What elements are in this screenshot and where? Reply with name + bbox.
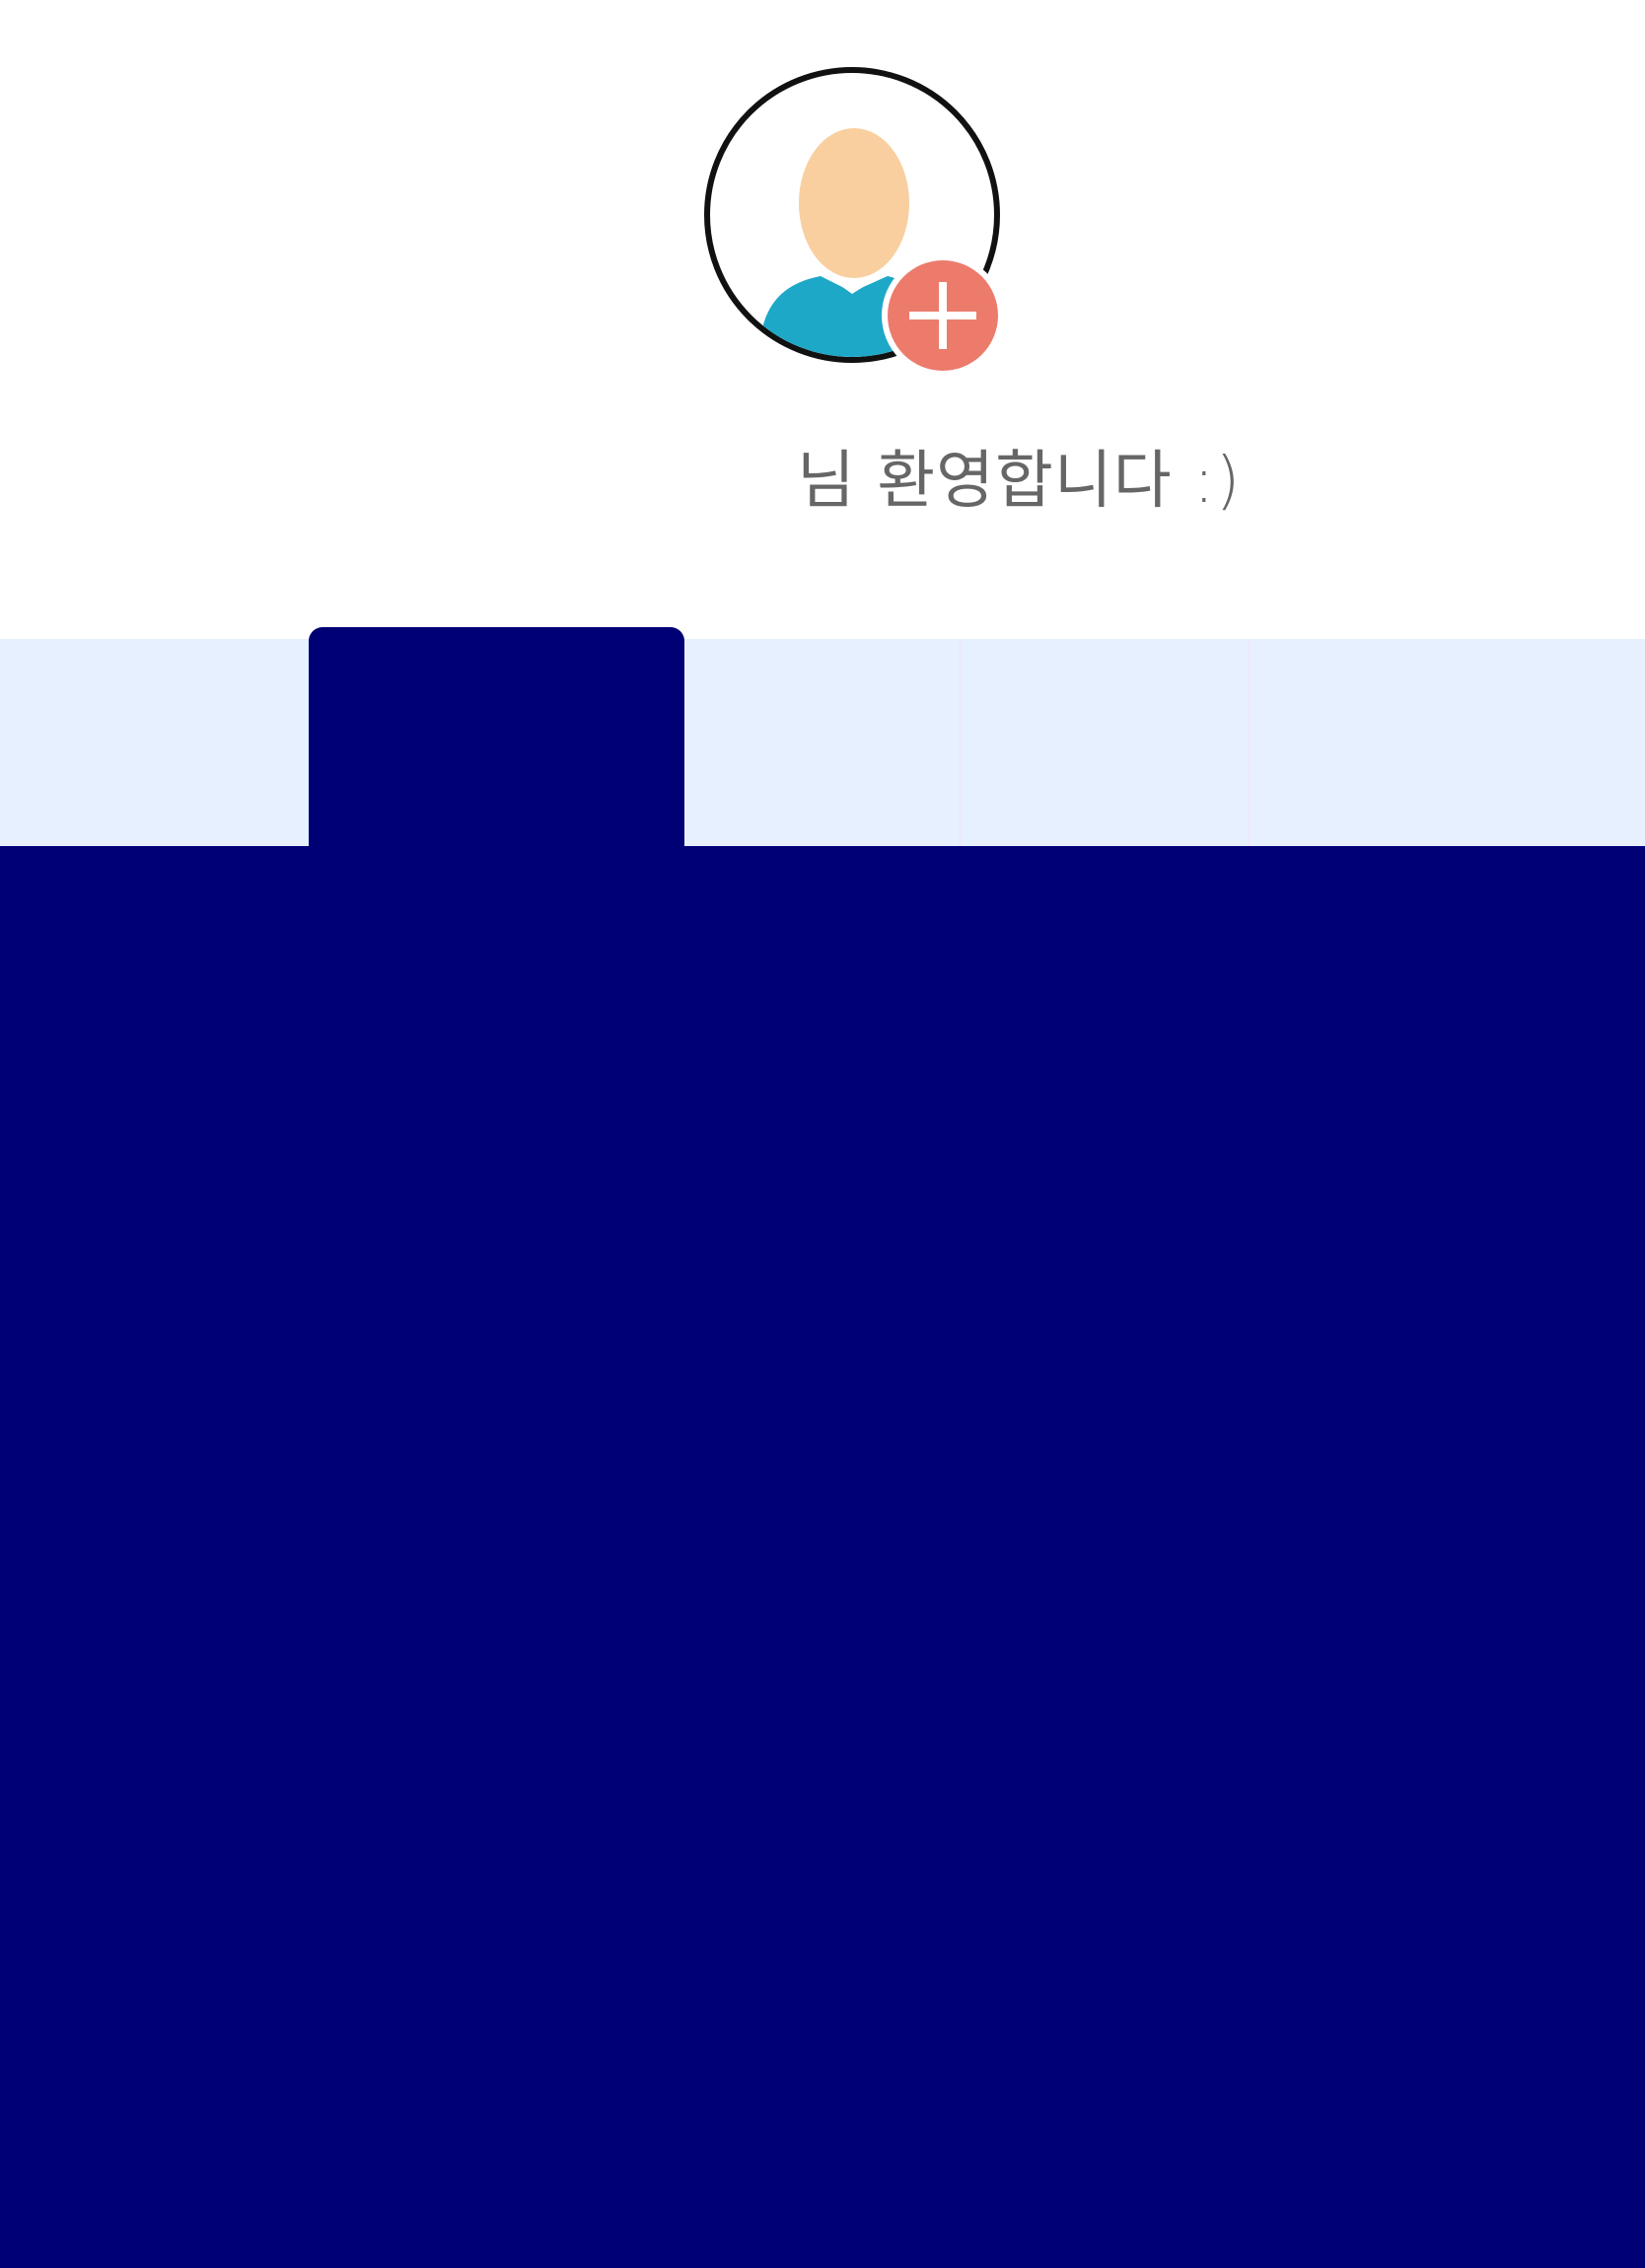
tab-bar	[0, 639, 1645, 846]
user-avatar-icon	[704, 67, 1004, 371]
active-tab[interactable]	[309, 627, 684, 854]
tab-4[interactable]	[959, 639, 1251, 846]
tab-3[interactable]	[684, 639, 957, 846]
tab-content-panel	[0, 846, 1645, 2268]
tab-5[interactable]	[1251, 639, 1645, 846]
user-name	[602, 442, 789, 521]
profile-avatar[interactable]	[702, 65, 1008, 371]
tab-1[interactable]	[0, 639, 308, 846]
profile-header: 님 환영합니다 :)	[0, 0, 1645, 639]
welcome-message: 님 환영합니다 :)	[0, 442, 1645, 521]
welcome-text: 님 환영합니다 :)	[797, 445, 1242, 518]
